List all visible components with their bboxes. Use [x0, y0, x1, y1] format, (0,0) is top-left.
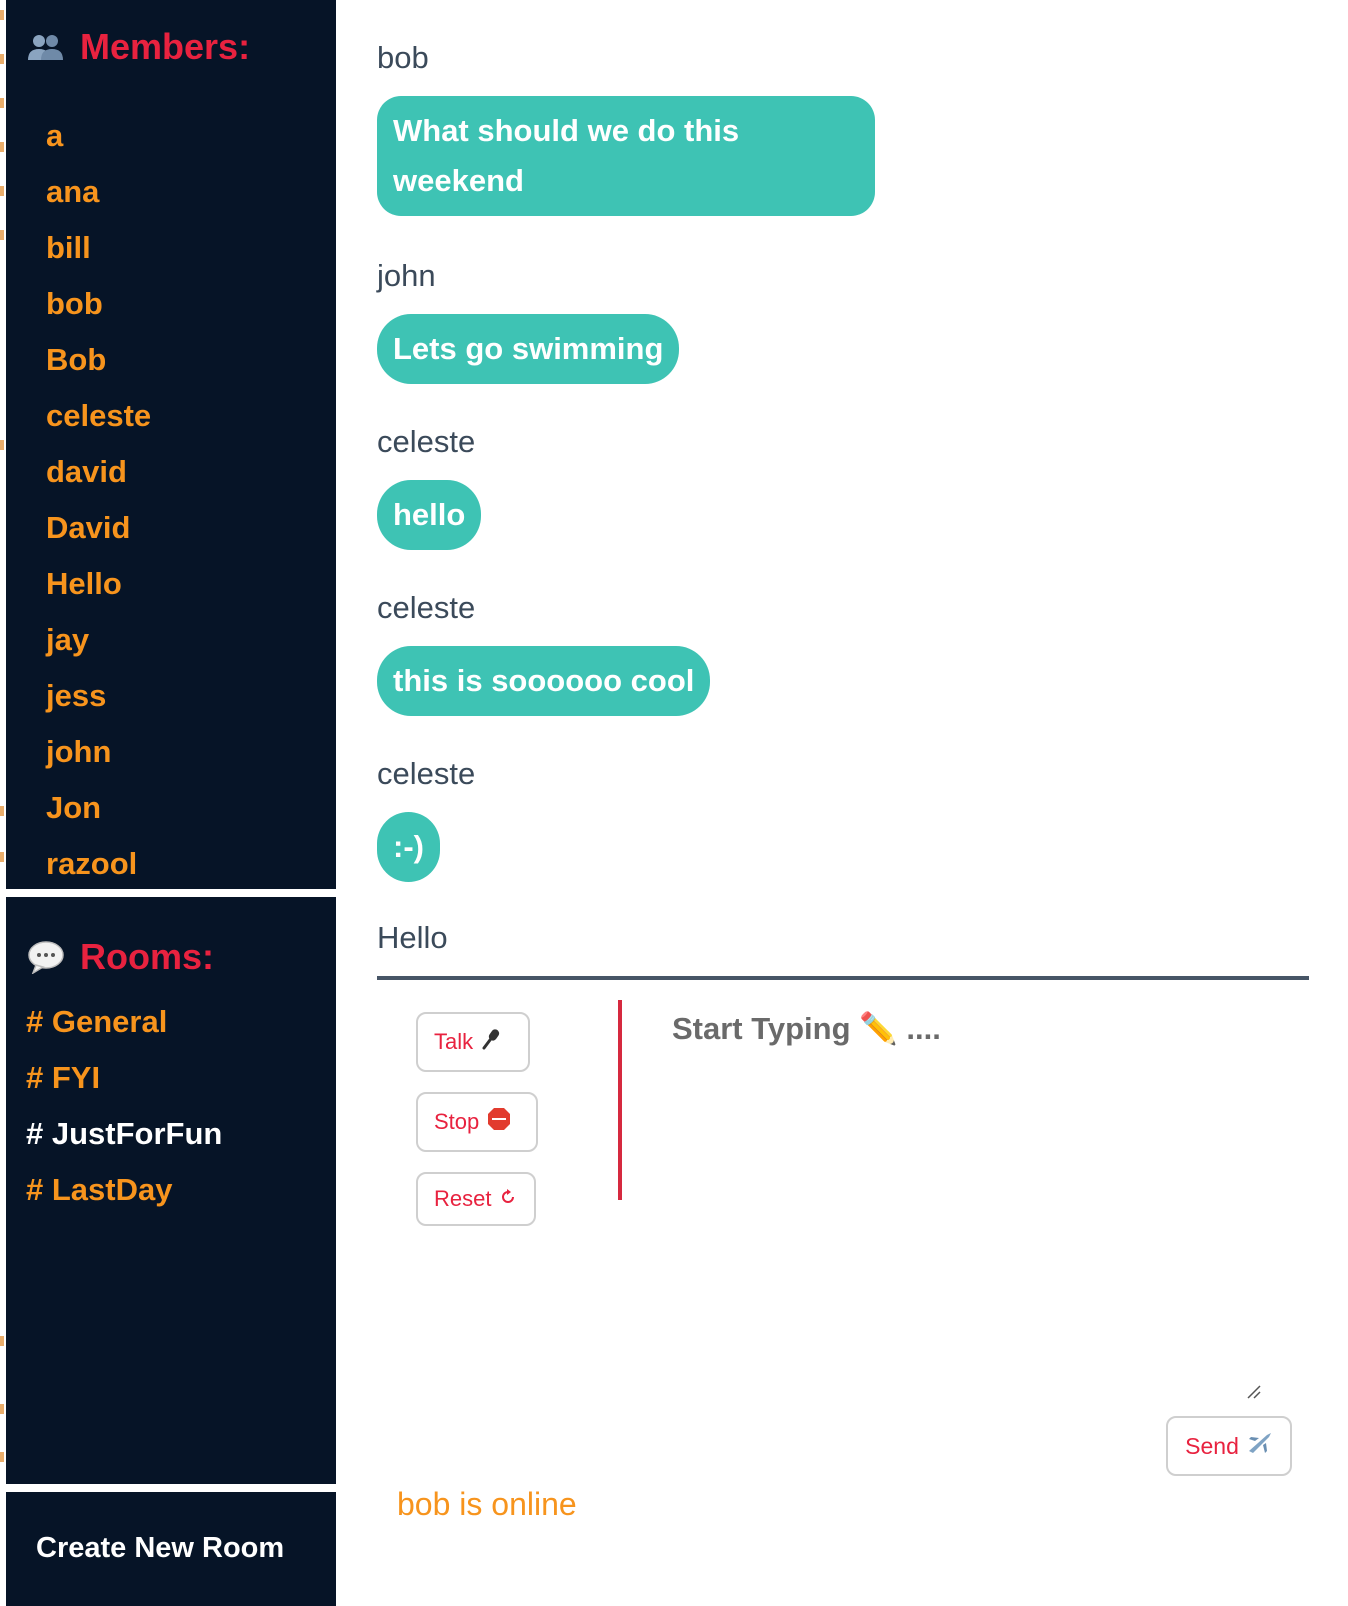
stop-label: Stop — [434, 1109, 480, 1134]
send-label: Send — [1185, 1432, 1239, 1459]
member-item[interactable]: David — [46, 500, 151, 556]
message: john Lets go swimming — [377, 256, 680, 384]
message-bubble: hello — [377, 480, 482, 550]
composer-author: Hello — [377, 920, 448, 955]
reset-button[interactable]: Reset — [416, 1172, 536, 1226]
message-input[interactable] — [636, 1000, 1276, 1400]
rooms-title: Rooms: — [80, 936, 214, 977]
message-bubble: Lets go swimming — [377, 314, 680, 384]
message-author: bob — [377, 40, 429, 75]
member-item[interactable]: celeste — [46, 388, 151, 444]
room-item-justforfun[interactable]: # JustForFun — [26, 1106, 222, 1162]
sidebar: Members: a ana bill bob Bob celeste davi… — [6, 0, 336, 1606]
composer-accent-bar — [618, 1000, 622, 1200]
member-item[interactable]: bob — [46, 276, 151, 332]
message: bob What should we do this weekend — [377, 38, 875, 216]
section-divider — [6, 889, 336, 897]
member-item[interactable]: a — [46, 108, 151, 164]
room-item-fyi[interactable]: # FYI — [26, 1050, 222, 1106]
reset-label: Reset — [434, 1186, 492, 1211]
room-item-general[interactable]: # General — [26, 994, 222, 1050]
member-item[interactable]: Bob — [46, 332, 151, 388]
message-bubble: What should we do this weekend — [377, 96, 875, 216]
message-author: john — [377, 258, 436, 293]
member-item[interactable]: Hello — [46, 556, 151, 612]
talk-button[interactable]: Talk — [416, 1012, 530, 1072]
talk-label: Talk — [434, 1029, 474, 1054]
rooms-header: Rooms: — [26, 936, 214, 978]
message: celeste hello — [377, 422, 482, 550]
composer-divider — [377, 976, 1309, 980]
members-panel: Members: a ana bill bob Bob celeste davi… — [6, 0, 336, 889]
chat-panel: bob What should we do this weekend john … — [336, 0, 1348, 1606]
room-item-lastday[interactable]: # LastDay — [26, 1162, 222, 1218]
stop-sign-icon — [487, 1107, 511, 1137]
member-item[interactable]: ana — [46, 164, 151, 220]
members-header: Members: — [26, 26, 250, 68]
member-item[interactable]: david — [46, 444, 151, 500]
message-author: celeste — [377, 424, 476, 459]
send-button[interactable]: Send — [1166, 1416, 1292, 1476]
stop-button[interactable]: Stop — [416, 1092, 538, 1152]
create-new-room-button[interactable]: Create New Room — [36, 1532, 284, 1565]
busts-in-silhouette-icon — [26, 29, 66, 65]
member-list: a ana bill bob Bob celeste david David H… — [46, 108, 151, 892]
refresh-icon — [499, 1186, 517, 1212]
message-bubble: :-) — [377, 812, 440, 882]
message-bubble: this is soooooo cool — [377, 646, 711, 716]
member-item[interactable]: Jon — [46, 780, 151, 836]
resize-grip-icon[interactable] — [1244, 1382, 1262, 1400]
member-item[interactable]: jay — [46, 612, 151, 668]
online-status: bob is online — [397, 1486, 577, 1522]
message: celeste this is soooooo cool — [377, 588, 711, 716]
members-title: Members: — [80, 26, 251, 67]
message-author: celeste — [377, 756, 476, 791]
member-item[interactable]: john — [46, 724, 151, 780]
microphone-icon — [481, 1028, 501, 1056]
airplane-icon — [1247, 1431, 1273, 1461]
section-divider — [6, 1484, 336, 1492]
message: celeste :-) — [377, 754, 475, 882]
room-list: # General # FYI # JustForFun # LastDay — [26, 994, 222, 1218]
message-author: celeste — [377, 590, 476, 625]
speech-balloon-icon — [26, 939, 66, 975]
member-item[interactable]: jess — [46, 668, 151, 724]
member-item[interactable]: razool — [46, 836, 151, 892]
member-item[interactable]: bill — [46, 220, 151, 276]
